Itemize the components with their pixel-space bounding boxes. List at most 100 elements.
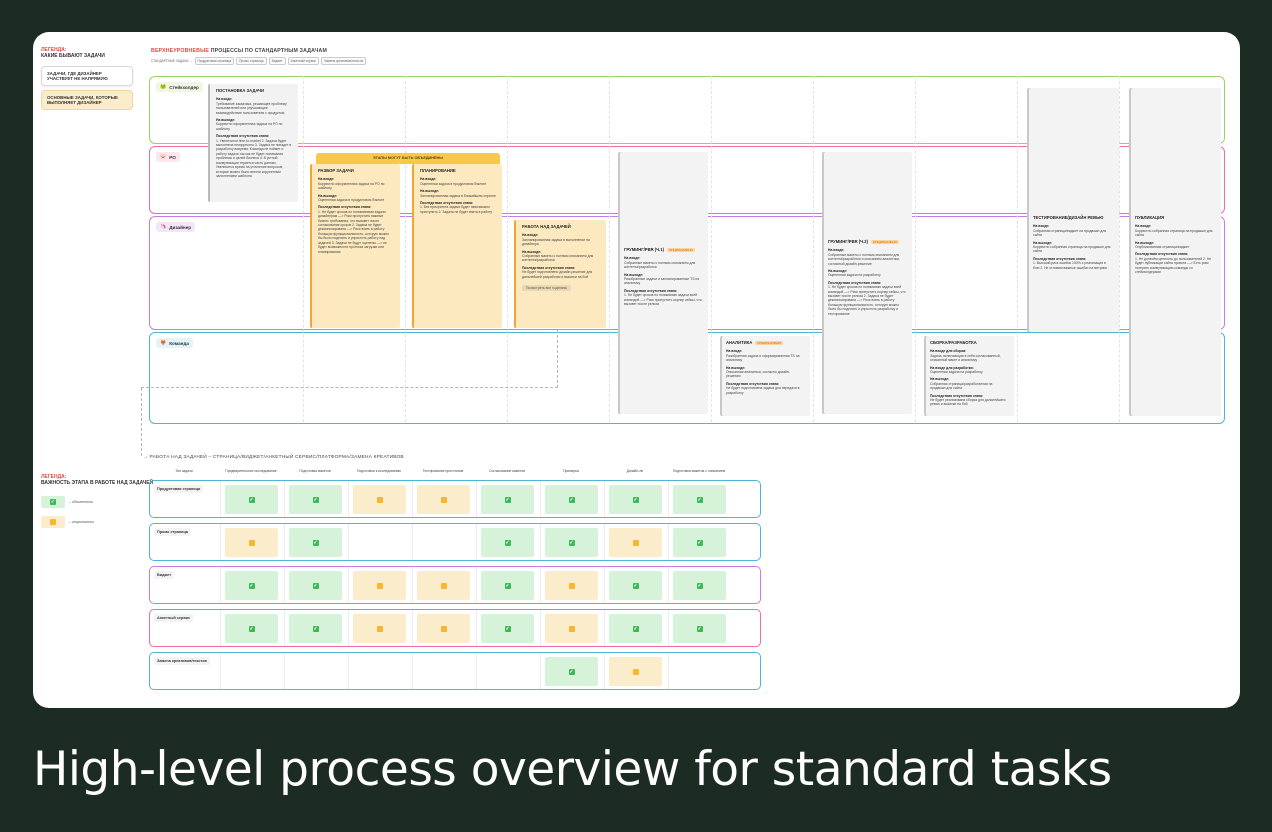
card-build[interactable]: СБОРКА/РАЗРАБОТКА На входе для сборки: З… <box>924 336 1014 416</box>
row-divider <box>348 610 349 646</box>
card-publish-title: ПУБЛИКАЦИЯ <box>1135 215 1165 220</box>
card-testing[interactable]: ТЕСТИРОВАНИЕ/ДИЗАЙН РЕВЬЮ На входе: Собр… <box>1027 88 1119 332</box>
legend-required: ✓ – обязательно <box>41 496 93 508</box>
check-icon: ✓ <box>696 625 703 632</box>
required-cell: ✓ <box>289 571 342 600</box>
column-divider <box>1017 76 1018 422</box>
required-cell: ✓ <box>289 614 342 643</box>
card-analytics[interactable]: АНАЛИТИКА опционально На входе: Разобранн… <box>720 336 810 416</box>
required-cell: ✓ <box>609 614 662 643</box>
row-divider <box>604 481 605 517</box>
check-icon: ✓ <box>504 539 511 546</box>
row-divider <box>540 610 541 646</box>
row-divider <box>668 524 669 560</box>
breadcrumb-chip-survey[interactable]: Анкетный сервис <box>287 57 319 65</box>
connector-line <box>141 388 142 456</box>
table-row[interactable]: Продуктовая страница ✓ ✓ ✓ ✓ ✓ ✓ <box>149 480 761 518</box>
row-divider <box>284 524 285 560</box>
optional-cell <box>545 614 598 643</box>
frog-icon: 🐸 <box>160 84 167 90</box>
column-divider <box>1119 76 1120 422</box>
page-title-red: ВЕРХНЕУРОВНЕВЫЕ <box>151 48 210 54</box>
card-work-on-task[interactable]: РАБОТА НАД ЗАДАЧЕЙ На входе: Запланирова… <box>514 220 606 328</box>
card-task-analysis[interactable]: РАЗБОР ЗАДАЧИ На входе: Корректно оформл… <box>310 164 400 328</box>
required-cell: ✓ <box>545 528 598 557</box>
row-divider <box>604 610 605 646</box>
column-header: Предварительное исследование <box>225 469 277 473</box>
table-row[interactable]: Промо страница ✓ ✓ ✓ ✓ <box>149 523 761 561</box>
optional-cell <box>225 528 278 557</box>
table-row[interactable]: Замена креативов/текстов ✓ <box>149 652 761 690</box>
legend-top-subtitle: КАКИЕ БЫВАЮТ ЗАДАЧИ <box>41 53 105 59</box>
row-divider <box>540 524 541 560</box>
check-icon: ✓ <box>568 496 575 503</box>
breadcrumb-chip-widget[interactable]: Виджет <box>268 57 286 65</box>
row-divider <box>668 567 669 603</box>
row-label: Замена креативов/текстов <box>154 657 210 665</box>
row-divider <box>668 610 669 646</box>
row-divider <box>476 610 477 646</box>
card-in-text: Разобранная задача и сформированная TS н… <box>726 353 800 363</box>
legend-optional-text: – опционально <box>69 520 94 524</box>
card-grooming-1-title: ГРУМИНГ/PBR (Ч.1) опционально <box>624 247 702 253</box>
square-icon <box>632 668 639 675</box>
card-out-text: Корректно оформленная задача на PO по ша… <box>216 122 283 131</box>
check-icon: ✓ <box>312 625 319 632</box>
check-icon: ✓ <box>248 582 255 589</box>
table-row[interactable]: Виджет ✓ ✓ ✓ ✓ ✓ <box>149 566 761 604</box>
page-title-rest: ПРОЦЕССЫ ПО СТАНДАРТНЫМ ЗАДАЧАМ <box>210 48 327 54</box>
card-publish[interactable]: ПУБЛИКАЦИЯ На входе: Корректно собранная… <box>1129 88 1221 416</box>
legend-indirect-tasks: ЗАДАЧИ, ГДЕ ДИЗАЙНЕР УЧАСТВУЕТ НЕ НАПРЯМ… <box>41 66 133 86</box>
table-row[interactable]: Анкетный сервис ✓ ✓ ✓ ✓ ✓ <box>149 609 761 647</box>
square-icon <box>376 582 383 589</box>
pig-icon: 🐷 <box>160 154 167 160</box>
row-divider <box>412 481 413 517</box>
card-task-setting[interactable]: ПОСТАНОВКА ЗАДАЧИ На входе: Требование з… <box>208 84 298 202</box>
optional-cell <box>353 571 406 600</box>
check-icon: ✓ <box>504 496 511 503</box>
optional-cell <box>417 485 470 514</box>
card-cons-text: 1. Не донесём ценность до пользователей … <box>1135 256 1212 275</box>
card-in-text: Собранные макеты с полным описанием для … <box>624 260 696 270</box>
row-divider <box>412 524 413 560</box>
lane-label-designer-text: Дизайнер <box>169 224 192 230</box>
check-icon: ✓ <box>312 496 319 503</box>
page-title: ВЕРХНЕУРОВНЕВЫЕ ПРОЦЕССЫ ПО СТАНДАРТНЫМ … <box>151 48 327 54</box>
row-divider <box>540 653 541 689</box>
card-grooming-2[interactable]: ГРУМИНГ/PBR (Ч.2) опционально На входе: С… <box>822 152 912 414</box>
row-label: Виджет <box>154 571 175 579</box>
row-divider <box>412 567 413 603</box>
lane-label-designer: 🦄 Дизайнер <box>156 222 196 232</box>
column-divider <box>609 76 610 422</box>
square-icon <box>248 539 255 546</box>
breadcrumb-chip-promo[interactable]: Промо страница <box>236 57 267 65</box>
optional-cell <box>417 614 470 643</box>
optional-tag: опционально <box>871 240 899 245</box>
card-in-text: Корректно оформленная задача на PO по ша… <box>318 181 385 191</box>
check-icon: ✓ <box>632 582 639 589</box>
check-icon: ✓ <box>568 668 575 675</box>
row-divider <box>412 610 413 646</box>
square-icon <box>376 625 383 632</box>
view-substages-button[interactable]: Посмотреть все подэтапы <box>522 285 571 292</box>
card-planning[interactable]: ПЛАНИРОВАНИЕ На входе: Оцененная задача … <box>412 164 502 328</box>
card-in-text: Собранные макеты с полным описанием для … <box>828 252 900 266</box>
breadcrumb-chip-product[interactable]: Продуктовая страница <box>194 57 235 65</box>
breadcrumb-root: СТАНДАРТНЫЕ ЗАДАЧИ → <box>151 59 193 63</box>
card-in2-text: Оцененная задача на разработку <box>930 370 983 375</box>
card-grooming-2-title-text: ГРУМИНГ/PBR (Ч.2) <box>828 239 869 244</box>
lane-label-stakeholder: 🐸 Стейкхолдер <box>156 82 203 92</box>
card-out-text: Описанная аналитика, согласно дизайн-реш… <box>726 370 790 379</box>
card-cons-text: 1. Не будет сроков по пониманию задачи в… <box>624 293 702 307</box>
breadcrumb-chip-creatives[interactable]: Замена креативов/текстов <box>320 57 367 65</box>
card-cons-text: 1. Увеличится time-to-market 2. Задача б… <box>216 138 292 178</box>
column-header: Дизайн-ли <box>626 469 644 473</box>
card-grooming-1[interactable]: ГРУМИНГ/PBR (Ч.1) опционально На входе: С… <box>618 152 708 414</box>
card-cons-text: 1. Высокий риск ошибок 100%-х реализации… <box>1033 261 1107 270</box>
check-icon: ✓ <box>248 625 255 632</box>
lane-label-stakeholder-text: Стейкхолдер <box>169 84 199 90</box>
card-in-text: Запланированная задача в выполнении на д… <box>522 237 590 247</box>
row-divider <box>476 567 477 603</box>
required-cell: ✓ <box>545 657 598 686</box>
column-header: Подготовка макетов с описанием <box>672 469 726 473</box>
